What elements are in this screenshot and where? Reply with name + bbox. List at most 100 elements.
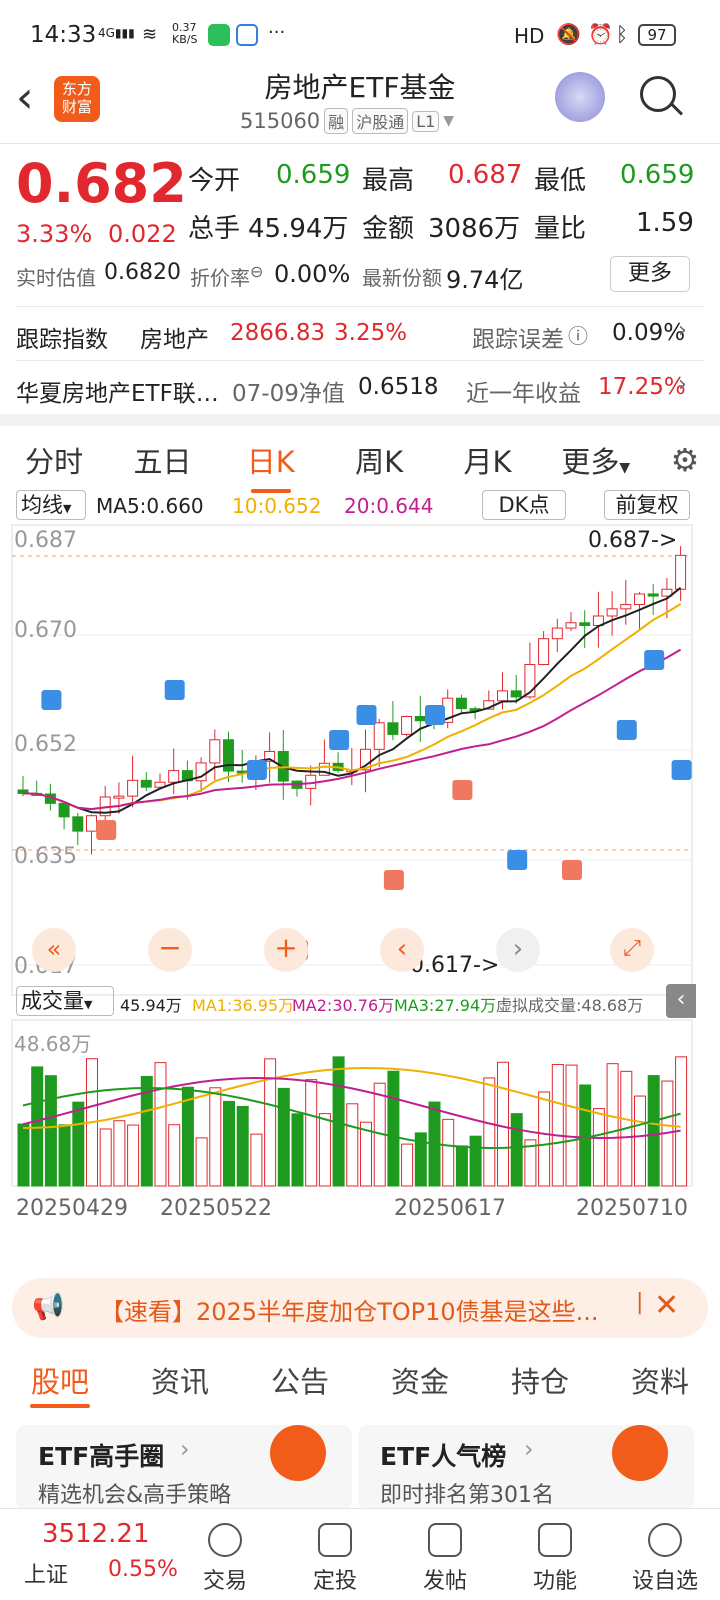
etf-experts-card[interactable]: ETF高手圈 › 精选机会&高手策略 bbox=[16, 1425, 352, 1510]
tab-profile[interactable]: 资料 bbox=[600, 1352, 720, 1412]
vol-ma1: MA1:36.95万 bbox=[192, 996, 295, 1015]
y-label-max: 0.687 bbox=[14, 528, 77, 553]
index-ticker[interactable]: 3512.21 上证 0.55% bbox=[0, 1509, 178, 1600]
volume-chart[interactable] bbox=[0, 1018, 720, 1188]
nav-post[interactable]: 发帖 bbox=[390, 1509, 500, 1600]
banner-text[interactable]: 【速看】2025半年度加仓TOP10债基是这些... bbox=[100, 1292, 599, 1327]
volume-bar bbox=[497, 1061, 509, 1187]
nav-post-label: 发帖 bbox=[422, 1569, 467, 1594]
buy-signal-icon bbox=[562, 860, 582, 880]
adjust-button[interactable]: 前复权 bbox=[604, 490, 690, 520]
tab-daily-k[interactable]: 日K bbox=[217, 439, 325, 493]
track-index-name[interactable]: 房地产 bbox=[140, 320, 209, 354]
divider bbox=[16, 306, 704, 307]
volume-bar bbox=[318, 1113, 331, 1187]
candle-body bbox=[72, 816, 84, 832]
annual-return-label: 近一年收益 bbox=[466, 381, 581, 407]
zoom-in-button[interactable]: + bbox=[264, 928, 308, 972]
annual-return-value[interactable]: 17.25% bbox=[598, 374, 686, 400]
amount-value: 3086万 bbox=[428, 214, 521, 244]
status-time: 14:33 bbox=[30, 22, 97, 48]
sell-signal-icon bbox=[616, 720, 637, 740]
tab-news[interactable]: 资讯 bbox=[120, 1352, 240, 1412]
tag-level[interactable]: L1 bbox=[412, 110, 440, 132]
help-icon[interactable]: ⓘ bbox=[568, 320, 588, 349]
dk-button[interactable]: DK点 bbox=[482, 490, 566, 520]
volume-value: 45.94万 bbox=[248, 214, 349, 244]
candle-body bbox=[455, 697, 467, 710]
chevron-right-icon[interactable]: › bbox=[678, 318, 687, 343]
kline-chart[interactable] bbox=[0, 520, 720, 1000]
tab-five-day[interactable]: 五日 bbox=[108, 439, 216, 481]
volume-bar bbox=[606, 1063, 619, 1187]
nav-watchlist[interactable]: 设自选 bbox=[610, 1509, 720, 1600]
candle-body bbox=[127, 779, 139, 797]
track-index-pct: 3.25% bbox=[334, 320, 408, 346]
fullscreen-icon[interactable]: ⤢ bbox=[610, 928, 654, 972]
volume-bar bbox=[565, 1064, 578, 1187]
close-icon[interactable]: ✕ bbox=[654, 1288, 679, 1323]
volume-bar bbox=[277, 1087, 290, 1187]
etf-popularity-card[interactable]: ETF人气榜 › 即时排名第301名 bbox=[358, 1425, 694, 1510]
active-indicator bbox=[250, 489, 291, 493]
ma5-value: MA5:0.660 bbox=[96, 494, 204, 518]
message-icon bbox=[208, 24, 230, 46]
robot-assistant-icon[interactable] bbox=[555, 72, 605, 122]
next-button[interactable]: › bbox=[496, 928, 540, 972]
shares-value: 9.74亿 bbox=[446, 266, 524, 294]
volume-ratio-label: 量比 bbox=[534, 214, 587, 244]
nav-label: 07-09净值 bbox=[232, 381, 345, 407]
more-button[interactable]: 更多 bbox=[610, 256, 690, 292]
grid-icon bbox=[538, 1523, 572, 1557]
more-dots-icon: ··· bbox=[268, 22, 286, 43]
rewind-button[interactable]: « bbox=[32, 928, 76, 972]
search-icon[interactable] bbox=[640, 76, 676, 112]
volume-bar bbox=[305, 1079, 318, 1187]
zoom-out-button[interactable]: − bbox=[148, 928, 192, 972]
tab-weekly-k[interactable]: 周K bbox=[325, 439, 433, 481]
chevron-right-icon[interactable]: › bbox=[678, 372, 687, 397]
divider: | bbox=[636, 1290, 644, 1315]
tab-intraday[interactable]: 分时 bbox=[0, 439, 108, 481]
low-value: 0.659 bbox=[620, 160, 695, 190]
tab-more[interactable]: 更多▼ bbox=[542, 439, 650, 481]
info-icon[interactable]: ⊖ bbox=[250, 262, 263, 281]
wifi-icon: ≋ bbox=[142, 24, 158, 45]
tracking-error-value[interactable]: 0.09% bbox=[612, 320, 685, 346]
date-label-1: 20250429 bbox=[16, 1196, 128, 1221]
tab-monthly-k[interactable]: 月K bbox=[433, 439, 541, 481]
gear-icon[interactable]: ⚙ bbox=[650, 441, 720, 479]
volume-bar bbox=[181, 1086, 194, 1187]
promo-banner[interactable]: 📢 【速看】2025半年度加仓TOP10债基是这些... | ✕ bbox=[12, 1278, 708, 1338]
bluetooth-icon: ᛒ bbox=[616, 22, 628, 46]
tab-announcements[interactable]: 公告 bbox=[240, 1352, 360, 1412]
candle-body bbox=[497, 690, 508, 702]
discount-label: 折价率 bbox=[190, 266, 250, 290]
chevron-down-icon[interactable]: ▼ bbox=[443, 113, 454, 129]
app-icon bbox=[236, 24, 258, 46]
divider bbox=[16, 360, 704, 361]
ma20-value: 20:0.644 bbox=[344, 494, 434, 518]
tab-capital[interactable]: 资金 bbox=[360, 1352, 480, 1412]
tab-forum[interactable]: 股吧 bbox=[0, 1352, 120, 1412]
nav-trade[interactable]: 交易 bbox=[170, 1509, 280, 1600]
volume-bar bbox=[17, 1123, 30, 1187]
tab-holdings[interactable]: 持仓 bbox=[480, 1352, 600, 1412]
nav-functions[interactable]: 功能 bbox=[500, 1509, 610, 1600]
nav-watchlist-label: 设自选 bbox=[631, 1569, 698, 1594]
trade-icon bbox=[208, 1523, 242, 1557]
volume-indicator-select[interactable]: 成交量▼ bbox=[16, 986, 114, 1016]
nav-value: 0.6518 bbox=[358, 374, 439, 400]
candle-body bbox=[620, 604, 632, 610]
candle-body bbox=[606, 608, 618, 617]
estimate-label: 实时估值 bbox=[16, 266, 96, 290]
nav-invest[interactable]: 定投 bbox=[280, 1509, 390, 1600]
prev-button[interactable]: ‹ bbox=[380, 928, 424, 972]
indicator-select[interactable]: 均线▼ bbox=[16, 490, 86, 520]
candle-body bbox=[634, 593, 645, 606]
collapse-panel-icon[interactable]: ‹ bbox=[666, 984, 696, 1018]
net-speed: 0.37 KB/S bbox=[172, 21, 198, 46]
linked-fund-name[interactable]: 华夏房地产ETF联… bbox=[16, 374, 219, 408]
volume-ratio-value: 1.59 bbox=[636, 208, 694, 238]
candle-body bbox=[579, 622, 591, 626]
